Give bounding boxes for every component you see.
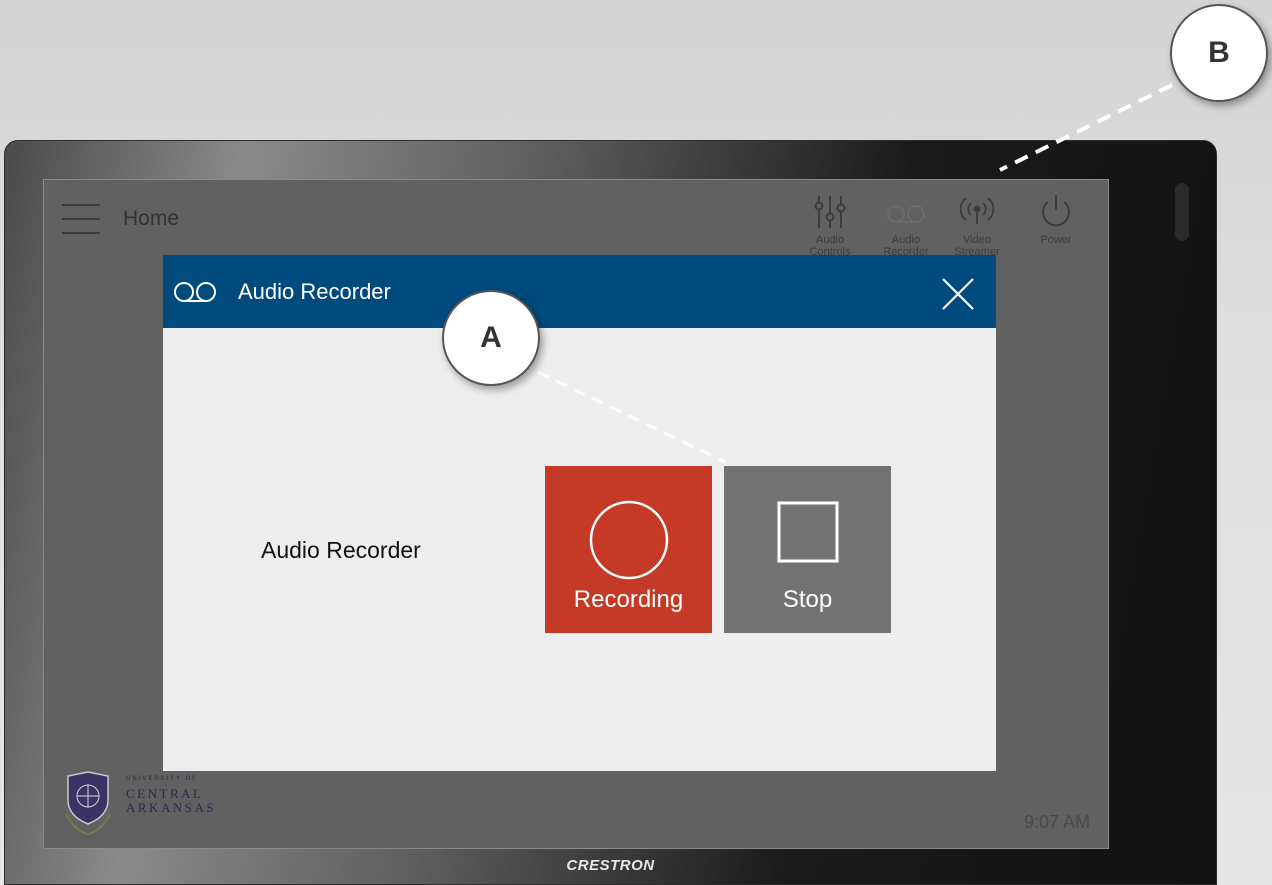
touch-screen: Home Audio Controls Audio Recorder Video… [43,179,1109,849]
broadcast-icon [959,197,995,224]
hamburger-icon[interactable] [62,202,100,236]
callout-b: B [1170,4,1268,102]
voicemail-icon [887,205,925,223]
proximity-sensor [1175,183,1189,241]
audio-recorder-button[interactable]: Audio Recorder [878,194,934,258]
stop-button[interactable]: Stop [724,466,891,633]
close-icon[interactable] [940,276,976,312]
audio-controls-label-1: Audio [815,234,845,246]
audio-recorder-label-1: Audio [891,234,921,246]
brand-logo: CRESTRON [566,857,655,874]
power-icon [1042,195,1070,227]
logo-arkansas: ARKANSAS [126,800,217,815]
video-streamer-label-1: Video [963,234,991,246]
logo-university-of: UNIVERSITY OF [126,776,198,782]
stop-square-icon [777,501,839,563]
stop-label: Stop [782,586,833,613]
video-streamer-button[interactable]: Video Streamer [949,194,1005,258]
recording-label: Recording [573,586,684,613]
voicemail-icon [174,282,216,302]
audio-recorder-label: Audio Recorder [261,537,421,563]
recording-button[interactable]: Recording [545,466,712,633]
callout-a: A [442,290,540,386]
power-button[interactable]: Power [1028,194,1084,246]
sliders-icon [814,196,846,228]
record-circle-icon [589,500,669,580]
dialog-header: Audio Recorder [163,255,996,328]
clock: 9:07 AM [1023,812,1090,832]
page-title: Home [123,207,180,230]
audio-controls-button[interactable]: Audio Controls [802,194,858,258]
university-logo: UNIVERSITY OF CENTRAL ARKANSAS [62,770,232,840]
audio-recorder-dialog: Audio Recorder Audio Recorder Recording … [163,255,996,771]
dialog-title: Audio Recorder [238,279,391,304]
crest-icon [65,771,111,836]
power-label: Power [1040,234,1072,246]
